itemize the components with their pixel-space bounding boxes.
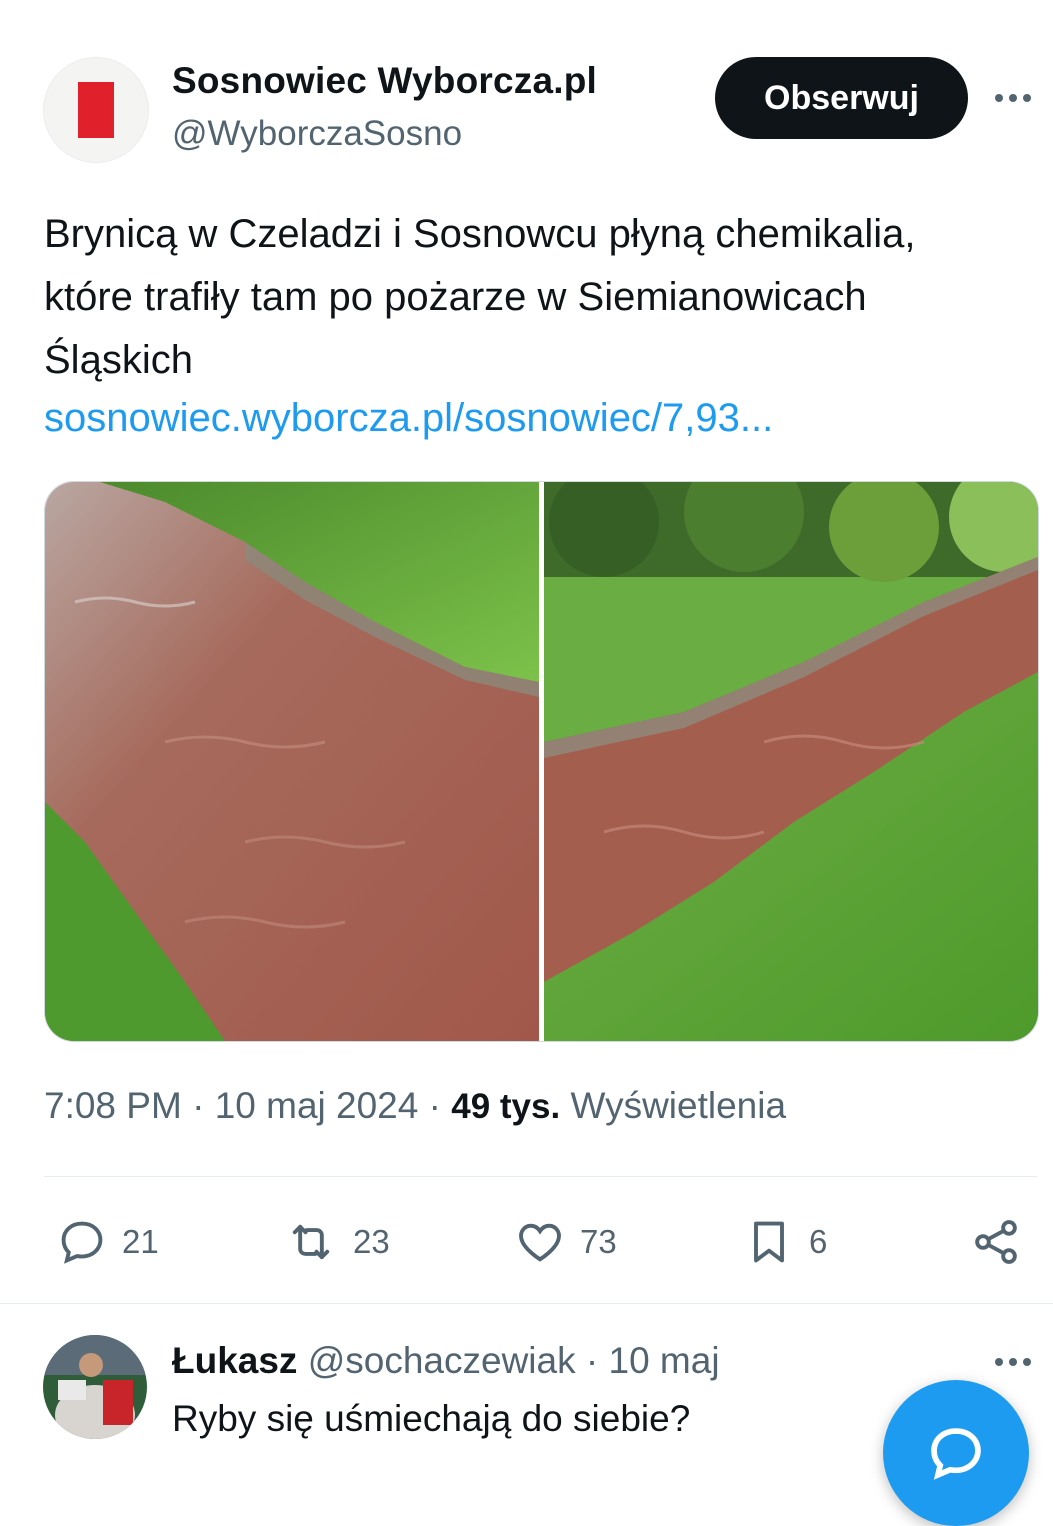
river-photo-right[interactable]	[544, 482, 1038, 1041]
reply-more-options-icon[interactable]	[995, 1356, 1035, 1368]
bookmark-count: 6	[809, 1223, 828, 1260]
post-date[interactable]: 10 maj 2024	[215, 1085, 419, 1126]
post-meta: 7:08 PM · 10 maj 2024 · 49 tys. Wyświetl…	[44, 1085, 786, 1127]
river-photo-left[interactable]	[45, 482, 539, 1041]
reply-icon	[61, 1221, 103, 1264]
reply-date[interactable]: 10 maj	[609, 1340, 720, 1381]
author-handle[interactable]: @WyborczaSosno	[172, 114, 462, 154]
views-count: 49 tys.	[451, 1087, 561, 1126]
meta-separator: ·	[428, 1085, 441, 1126]
share-icon	[975, 1220, 1017, 1264]
post-text-line: Śląskich	[44, 338, 193, 382]
post-link[interactable]: sosnowiec.wyborcza.pl/sosnowiec/7,93...	[44, 392, 773, 444]
post-text-line: Brynicą w Czeladzi i Sosnowcu płyną chem…	[44, 212, 916, 256]
compose-reply-button[interactable]	[883, 1380, 1029, 1526]
post-media-grid	[44, 481, 1039, 1042]
bookmark-icon	[754, 1221, 784, 1263]
like-button[interactable]: 73	[514, 1212, 617, 1272]
views-label: Wyświetlenia	[570, 1085, 787, 1126]
reply-author-name[interactable]: Łukasz	[172, 1340, 297, 1381]
reply-text: Ryby się uśmiechają do siebie?	[172, 1398, 691, 1439]
more-options-icon[interactable]	[995, 92, 1035, 104]
author-display-name[interactable]: Sosnowiec Wyborcza.pl	[172, 60, 597, 102]
reply-separator: ·	[585, 1340, 599, 1381]
brand-logo	[78, 82, 114, 138]
heart-icon	[519, 1223, 561, 1262]
post-text-line: które trafiły tam po pożarze w Siemianow…	[44, 275, 867, 319]
divider	[0, 1303, 1053, 1304]
reply-author-handle[interactable]: @sochaczewiak	[308, 1340, 576, 1381]
meta-separator: ·	[192, 1085, 205, 1126]
like-count: 73	[580, 1223, 617, 1260]
compose-reply-icon	[931, 1428, 981, 1480]
reply-button[interactable]: 21	[56, 1212, 159, 1272]
post-time: 7:08 PM	[44, 1085, 182, 1126]
reply-header: Łukasz @sochaczewiak · 10 maj	[172, 1340, 720, 1382]
share-button[interactable]	[970, 1212, 1022, 1272]
repost-button[interactable]: 23	[283, 1212, 390, 1272]
bookmark-button[interactable]: 6	[743, 1212, 827, 1272]
reply-author-avatar[interactable]	[43, 1335, 147, 1439]
divider	[44, 1176, 1037, 1177]
repost-count: 23	[353, 1223, 390, 1260]
author-avatar[interactable]	[43, 57, 149, 163]
reply-count: 21	[122, 1223, 159, 1260]
post-text: Brynicą w Czeladzi i Sosnowcu płyną chem…	[44, 203, 1034, 392]
repost-icon	[292, 1224, 330, 1260]
follow-button[interactable]: Obserwuj	[715, 57, 968, 139]
